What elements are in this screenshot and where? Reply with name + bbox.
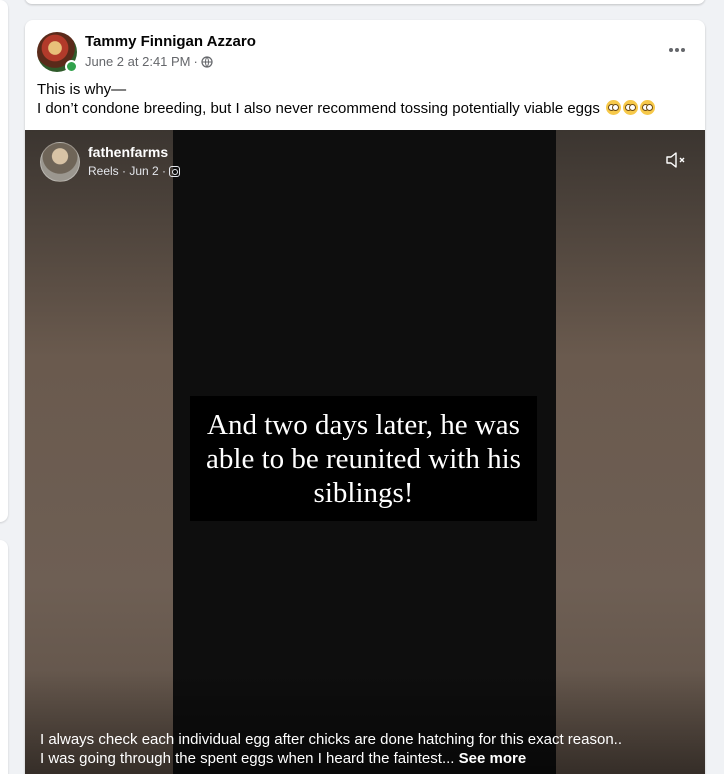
left-column-card	[0, 0, 8, 522]
more-dot-icon	[669, 48, 673, 52]
reel-video-player[interactable]: fathenfarms Reels · Jun 2 · And two days…	[25, 130, 705, 774]
pleading-face-emoji-icon	[640, 100, 656, 115]
see-more-link[interactable]: See more	[459, 750, 527, 767]
post-timestamp[interactable]: June 2 at 2:41 PM	[85, 54, 191, 69]
post-text-line: I don’t condone breeding, but I also nev…	[37, 99, 697, 118]
left-column-card	[0, 540, 8, 774]
reel-meta: Reels · Jun 2 ·	[88, 164, 181, 178]
reel-author-name[interactable]: fathenfarms	[88, 144, 168, 160]
post-text-body: I don’t condone breeding, but I also nev…	[37, 100, 600, 117]
reel-meta-text: Reels · Jun 2 ·	[88, 164, 167, 178]
pleading-face-emoji-icon	[606, 100, 622, 115]
more-options-button[interactable]	[663, 36, 691, 64]
more-dot-icon	[681, 48, 685, 52]
mute-toggle-icon[interactable]	[665, 150, 687, 170]
more-dot-icon	[675, 48, 679, 52]
meta-separator: ·	[193, 54, 198, 69]
previous-post-card	[25, 0, 705, 4]
reel-author-avatar[interactable]	[40, 142, 80, 182]
globe-icon[interactable]	[201, 55, 213, 68]
online-status-dot	[65, 60, 78, 73]
reel-description-text: I was going through the spent eggs when …	[40, 750, 455, 767]
reel-caption-overlay: And two days later, he was able to be re…	[190, 396, 537, 521]
post-text: This is why— I don’t condone breeding, b…	[37, 80, 697, 118]
feed-post: Tammy Finnigan Azzaro June 2 at 2:41 PM …	[25, 20, 705, 774]
pleading-face-emoji-icon	[623, 100, 639, 115]
reel-caption-text: And two days later, he was able to be re…	[206, 408, 521, 509]
reel-description-line: I was going through the spent eggs when …	[40, 749, 690, 768]
post-author-name[interactable]: Tammy Finnigan Azzaro	[85, 33, 256, 50]
instagram-icon	[169, 165, 181, 177]
post-text-line: This is why—	[37, 81, 127, 98]
reel-description-line: I always check each individual egg after…	[40, 731, 622, 748]
post-meta: June 2 at 2:41 PM ·	[85, 54, 213, 69]
reel-description: I always check each individual egg after…	[40, 730, 690, 768]
